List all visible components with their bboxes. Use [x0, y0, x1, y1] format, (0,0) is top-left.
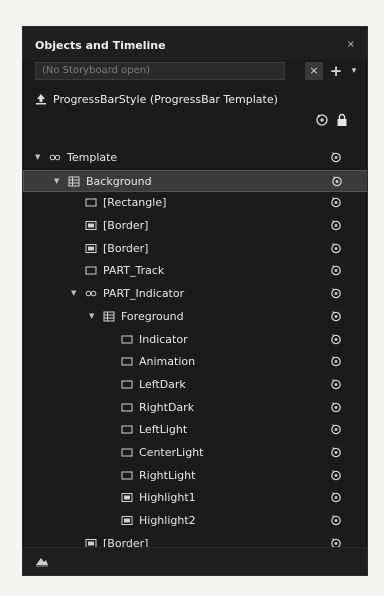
rectangle-icon — [121, 356, 133, 367]
tree-item-label: RightDark — [139, 400, 195, 414]
visibility-eye-icon[interactable] — [330, 287, 342, 299]
border-icon — [121, 515, 133, 526]
tree-item-label: PART_Indicator — [103, 287, 185, 301]
border-icon — [85, 243, 97, 254]
rectangle-icon — [121, 402, 133, 413]
tree-item[interactable]: ▼ Foreground — [23, 306, 367, 329]
rectangle-icon — [85, 197, 97, 208]
tree-item[interactable]: RightLight — [23, 465, 367, 488]
visibility-eye-icon[interactable] — [330, 242, 342, 254]
tree-item[interactable]: PART_Track — [23, 260, 367, 283]
border-icon — [121, 492, 133, 503]
visibility-eye-icon[interactable] — [330, 469, 342, 481]
visibility-eye-icon[interactable] — [330, 264, 342, 276]
tree-item[interactable]: Highlight1 — [23, 487, 367, 510]
visibility-eye-icon[interactable] — [330, 401, 342, 413]
tree-item[interactable]: CenterLight — [23, 442, 367, 465]
tree-item-label: [Border] — [103, 241, 149, 255]
visibility-eye-icon[interactable] — [330, 151, 342, 163]
panel-close-icon[interactable]: × — [347, 39, 355, 50]
tree-item-label: Background — [86, 174, 152, 188]
expand-chevron-icon[interactable]: ▼ — [89, 312, 97, 320]
visibility-eye-icon[interactable] — [330, 355, 342, 367]
tree-item-label: Highlight1 — [139, 491, 196, 505]
tree-item-label: LeftLight — [139, 423, 188, 437]
tree-item[interactable]: ▼ Template — [23, 147, 367, 170]
tree-item-label: Highlight2 — [139, 514, 196, 527]
visibility-eye-icon[interactable] — [331, 175, 343, 187]
objects-and-timeline-panel: Objects and Timeline × (No Storyboard op… — [22, 26, 368, 576]
storyboard-picker[interactable]: (No Storyboard open) — [35, 62, 285, 80]
storyboard-bar: (No Storyboard open) × + ▾ — [35, 62, 357, 80]
visibility-eye-icon[interactable] — [330, 446, 342, 458]
template-icon — [85, 288, 97, 299]
tree-item-label: Template — [67, 151, 118, 164]
tree-item[interactable]: ▼ PART_Indicator — [23, 283, 367, 306]
expand-chevron-icon[interactable]: ▼ — [71, 289, 79, 297]
visibility-eye-icon[interactable] — [330, 196, 342, 208]
tree-item-label: PART_Track — [103, 264, 165, 278]
rectangle-icon — [85, 265, 97, 276]
grid-icon — [68, 176, 80, 187]
rectangle-icon — [121, 447, 133, 458]
visibility-eye-icon[interactable] — [330, 423, 342, 435]
tree-item-label: RightLight — [139, 468, 196, 482]
tree-item[interactable]: Animation — [23, 351, 367, 374]
element-tree: ▼ Template ▼ Background [Rectangle] [Border] [… — [23, 147, 367, 555]
visibility-eye-icon[interactable] — [330, 378, 342, 390]
storyboard-options-button[interactable]: ▾ — [345, 62, 363, 80]
border-icon — [85, 220, 97, 231]
rectangle-icon — [121, 424, 133, 435]
visibility-eye-icon[interactable] — [330, 219, 342, 231]
tree-item[interactable]: [Rectangle] — [23, 192, 367, 215]
template-icon — [49, 152, 61, 163]
tree-item-label: Foreground — [121, 309, 184, 323]
tree-item-label: LeftDark — [139, 377, 186, 391]
tree-item[interactable]: [Border] — [23, 238, 367, 261]
tree-item[interactable]: LeftLight — [23, 419, 367, 442]
scope-up-icon[interactable] — [35, 93, 47, 105]
tree-item[interactable]: Indicator — [23, 329, 367, 352]
rectangle-icon — [121, 334, 133, 345]
scope-row[interactable]: ProgressBarStyle (ProgressBar Template) — [35, 93, 357, 111]
visibility-eye-icon[interactable] — [330, 514, 342, 526]
tree-item[interactable]: Highlight2 — [23, 510, 367, 533]
tree-item[interactable]: LeftDark — [23, 374, 367, 397]
tree-item-label: CenterLight — [139, 445, 204, 459]
panel-footer — [23, 547, 367, 575]
rectangle-icon — [121, 470, 133, 481]
grid-icon — [103, 311, 115, 322]
tree-item-label: Indicator — [139, 332, 188, 346]
show-all-eye-icon[interactable] — [315, 113, 329, 127]
close-storyboard-button[interactable]: × — [305, 62, 323, 80]
scope-label: ProgressBarStyle (ProgressBar Template) — [53, 93, 278, 106]
visibility-eye-icon[interactable] — [330, 491, 342, 503]
visibility-eye-icon[interactable] — [330, 310, 342, 322]
rectangle-icon — [121, 379, 133, 390]
tree-item[interactable]: [Border] — [23, 215, 367, 238]
new-storyboard-button[interactable]: + — [327, 62, 345, 80]
tree-item-label: Animation — [139, 355, 196, 369]
tree-item[interactable]: ▼ Background — [23, 169, 367, 193]
expand-chevron-icon[interactable]: ▼ — [54, 177, 62, 185]
tree-item-label: [Border] — [103, 219, 149, 233]
footer-tool-icon[interactable] — [35, 555, 49, 567]
tree-item[interactable]: RightDark — [23, 397, 367, 420]
expand-chevron-icon[interactable]: ▼ — [35, 153, 43, 161]
tree-item-label: [Rectangle] — [103, 196, 167, 210]
scope-controls — [315, 113, 355, 127]
lock-all-icon[interactable] — [335, 113, 349, 127]
panel-header: Objects and Timeline × — [23, 27, 367, 59]
visibility-eye-icon[interactable] — [330, 333, 342, 345]
panel-title: Objects and Timeline — [35, 39, 166, 52]
